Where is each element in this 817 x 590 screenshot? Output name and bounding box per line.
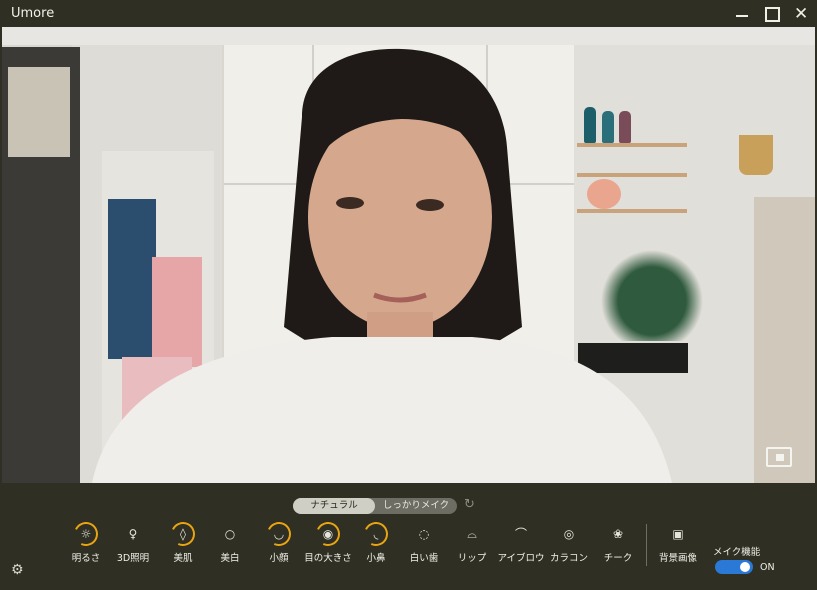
gear-icon[interactable]: ⚙	[11, 562, 24, 578]
lip-icon: ⌓	[467, 527, 477, 541]
tool-cheek[interactable]: ❀ チーク	[589, 522, 647, 564]
makeup-toggle-switch[interactable]	[715, 560, 753, 574]
control-panel: ナチュラル しっかりメイク ↻ ☼ 明るさ ♀ 3D照明 ◊ 美肌 ○ 美白 ◡…	[0, 484, 817, 590]
pip-inner-box	[776, 454, 784, 461]
close-icon: ✕	[794, 4, 809, 24]
tool-background-image[interactable]: ▣ 背景画像	[649, 522, 707, 564]
titlebar: Umore ✕	[0, 0, 817, 27]
tool-label: チーク	[603, 553, 633, 564]
white-teeth-icon: ◌	[418, 527, 430, 541]
maximize-button[interactable]	[759, 3, 785, 25]
camera-preview	[2, 27, 815, 483]
maximize-icon	[765, 7, 780, 22]
background-image-icon: ▣	[672, 527, 684, 541]
tool-label: 背景画像	[658, 553, 697, 564]
color-contact-icon: ◎	[563, 527, 575, 541]
3d-lighting-icon: ♀	[128, 527, 138, 541]
slim-face-icon: ◡	[273, 527, 285, 541]
minimize-icon	[736, 15, 748, 17]
nose-icon: ◟	[373, 527, 379, 541]
picture-in-picture-icon[interactable]	[766, 447, 792, 467]
eyebrow-icon: ⌒	[514, 527, 527, 541]
minimize-button[interactable]	[729, 3, 755, 25]
eye-size-icon: ◉	[322, 527, 334, 541]
reset-icon[interactable]: ↻	[464, 497, 475, 512]
makeup-function-label: メイク機能	[713, 547, 761, 558]
mode-natural-button[interactable]: ナチュラル	[293, 498, 375, 514]
cheek-icon: ❀	[612, 527, 624, 541]
switch-knob	[740, 562, 750, 572]
mode-full-makeup-button[interactable]: しっかりメイク	[375, 498, 457, 514]
app-title: Umore	[11, 6, 55, 21]
makeup-state-label: ON	[760, 562, 775, 573]
smooth-skin-icon: ◊	[180, 527, 186, 541]
brightness-icon: ☼	[80, 527, 92, 541]
person-silhouette	[92, 48, 672, 483]
whitening-icon: ○	[224, 527, 236, 541]
close-button[interactable]: ✕	[790, 3, 816, 25]
mode-toggle[interactable]: ナチュラル しっかりメイク	[293, 498, 457, 514]
app-window: Umore ✕ ナチュラル しっかりメイク ↻ ☼ 明るさ ♀ 3D照明 ◊ 美…	[0, 0, 817, 590]
divider	[646, 524, 647, 566]
